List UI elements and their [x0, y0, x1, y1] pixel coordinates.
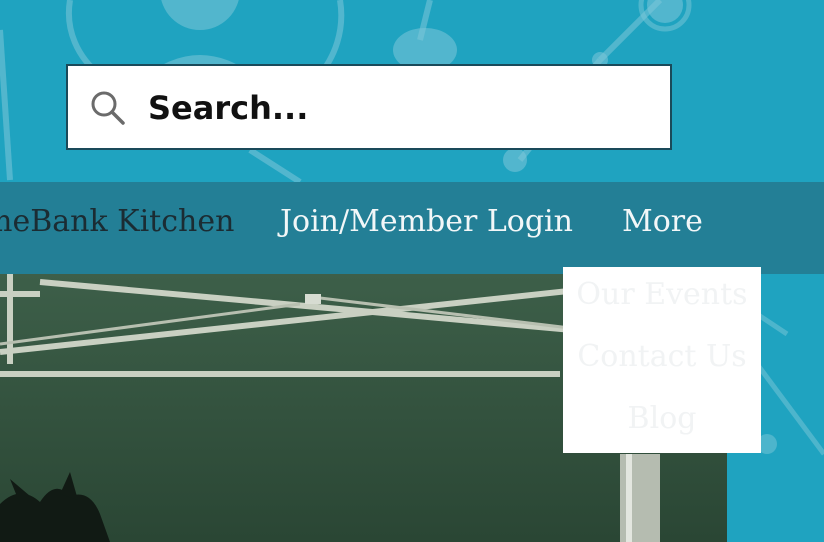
main-navbar: meBank Kitchen Join/Member Login More: [0, 182, 824, 274]
nav-item-more[interactable]: More: [622, 204, 703, 239]
nav-item-join-member-login[interactable]: Join/Member Login: [280, 204, 573, 239]
dropdown-item-blog[interactable]: Blog: [563, 401, 761, 436]
search-icon: [91, 91, 125, 125]
dropdown-item-contact-us[interactable]: Contact Us: [563, 339, 761, 374]
nav-item-foodbank-kitchen[interactable]: meBank Kitchen: [0, 204, 234, 239]
dropdown-item-our-events[interactable]: Our Events: [563, 277, 761, 312]
search-input[interactable]: [148, 80, 648, 136]
more-dropdown-menu: Our Events Contact Us Blog: [563, 267, 761, 453]
search-box[interactable]: [66, 64, 672, 150]
